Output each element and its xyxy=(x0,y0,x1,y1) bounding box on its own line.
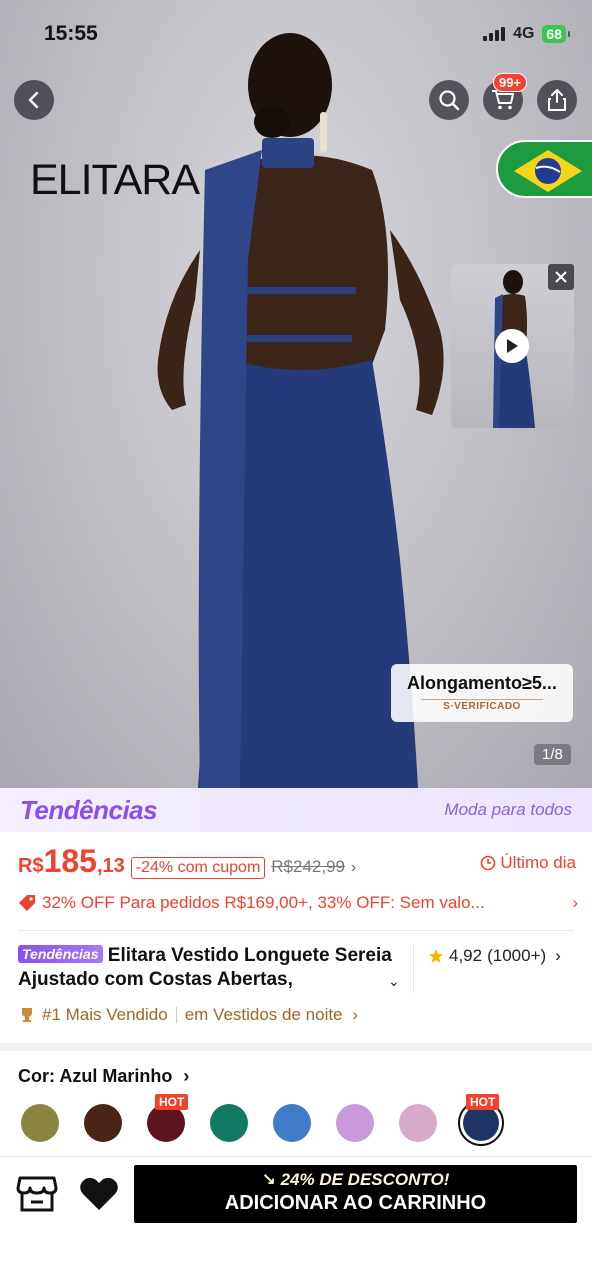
countdown-label: Último dia xyxy=(480,853,576,873)
rating-summary[interactable]: 4,92 (1000+) › xyxy=(428,946,561,966)
rating-value: 4,92 xyxy=(449,946,483,965)
rating-count: (1000+) xyxy=(487,946,547,965)
status-indicators: 4G 68 xyxy=(483,25,570,43)
heart-icon xyxy=(80,1177,118,1210)
play-button[interactable] xyxy=(495,329,529,363)
bestseller-rank[interactable]: #1 Mais Vendido em Vestidos de noite › xyxy=(18,1005,358,1025)
add-to-cart-label: ADICIONAR AO CARRINHO xyxy=(224,1192,487,1214)
product-image-gallery[interactable]: 15:55 4G 68 99+ ELITARA Alongamento≥5...… xyxy=(0,0,592,788)
hot-badge: HOT xyxy=(155,1094,189,1110)
cart-icon xyxy=(492,90,514,110)
network-label: 4G xyxy=(513,25,535,42)
chevron-down-icon[interactable]: ⌄ xyxy=(388,973,400,990)
tag-icon xyxy=(19,895,35,911)
close-video-button[interactable] xyxy=(548,264,574,290)
clock-icon xyxy=(481,855,496,871)
color-swatch[interactable] xyxy=(210,1104,248,1142)
trend-slogan: Moda para todos xyxy=(444,800,572,819)
color-label-text: Cor: Azul Marinho xyxy=(18,1066,173,1086)
verified-label: S·VERIFICADO xyxy=(443,701,521,712)
original-price: R$242,99 xyxy=(271,857,346,876)
add-to-cart-button[interactable]: ↘ 24% DE DESCONTO! ADICIONAR AO CARRINHO xyxy=(134,1165,577,1223)
chevron-right-icon: › xyxy=(183,1066,190,1086)
product-title[interactable]: Tendências Elitara Vestido Longuete Sere… xyxy=(18,944,408,992)
bottom-bar-divider xyxy=(0,1156,592,1157)
discount-text: 24% DE DESCONTO! xyxy=(280,1170,450,1189)
price-integer: 185 xyxy=(43,843,97,879)
image-page-indicator: 1/8 xyxy=(534,744,571,765)
play-icon xyxy=(507,339,518,353)
battery-icon: 68 xyxy=(542,25,570,43)
price-decimal: ,13 xyxy=(96,855,125,877)
stretch-label: Alongamento≥5... xyxy=(407,673,557,693)
chevron-right-icon: › xyxy=(352,1005,359,1024)
color-swatch[interactable] xyxy=(399,1104,437,1142)
coupon-badge: -24% com cupom xyxy=(130,857,266,879)
promo-text: 32% OFF Para pedidos R$169,00+, 33% OFF:… xyxy=(42,893,485,912)
wishlist-button[interactable] xyxy=(78,1174,120,1214)
color-swatch[interactable] xyxy=(336,1104,374,1142)
color-swatch[interactable] xyxy=(84,1104,122,1142)
price-currency: R$ xyxy=(18,855,44,877)
rank-divider xyxy=(175,1007,177,1023)
trend-tag: Tendências xyxy=(18,945,103,963)
chevron-right-icon: › xyxy=(555,946,561,965)
search-button[interactable] xyxy=(429,80,469,120)
color-selector-label[interactable]: Cor: Azul Marinho › xyxy=(18,1066,189,1087)
store-button[interactable] xyxy=(16,1174,58,1214)
share-button[interactable] xyxy=(537,80,577,120)
vertical-divider xyxy=(413,944,414,994)
star-icon xyxy=(429,949,443,963)
stretch-verified-badge[interactable]: Alongamento≥5... S·VERIFICADO xyxy=(391,664,573,722)
discount-banner: ↘ 24% DE DESCONTO! xyxy=(134,1165,577,1190)
close-icon xyxy=(555,271,567,283)
badge-divider xyxy=(421,699,543,700)
status-time: 15:55 xyxy=(44,22,98,45)
rank-label: #1 Mais Vendido xyxy=(42,1005,168,1024)
section-divider xyxy=(18,930,574,931)
brand-watermark: ELITARA xyxy=(30,156,200,204)
trend-banner[interactable]: Tendências Moda para todos xyxy=(0,788,592,832)
brazil-flag-icon[interactable] xyxy=(496,140,592,198)
color-swatch[interactable] xyxy=(273,1104,311,1142)
signal-icon xyxy=(483,27,506,41)
rank-category: em Vestidos de noite xyxy=(184,1005,343,1024)
hot-badge: HOT xyxy=(466,1094,500,1110)
trend-down-icon: ↘ xyxy=(261,1170,276,1189)
trend-logo: Tendências xyxy=(20,794,158,825)
cart-count-badge: 99+ xyxy=(493,73,528,92)
share-icon xyxy=(548,89,566,111)
trophy-icon xyxy=(22,1008,32,1022)
last-day-text: Último dia xyxy=(500,853,576,872)
chevron-left-icon xyxy=(28,91,39,109)
section-separator xyxy=(0,1043,592,1051)
back-button[interactable] xyxy=(14,80,54,120)
search-icon xyxy=(439,90,460,111)
promo-row[interactable]: 32% OFF Para pedidos R$169,00+, 33% OFF:… xyxy=(18,890,578,916)
store-icon xyxy=(16,1176,58,1212)
chevron-right-icon: › xyxy=(351,859,357,876)
color-swatch[interactable] xyxy=(21,1104,59,1142)
chevron-right-icon: › xyxy=(572,893,578,912)
